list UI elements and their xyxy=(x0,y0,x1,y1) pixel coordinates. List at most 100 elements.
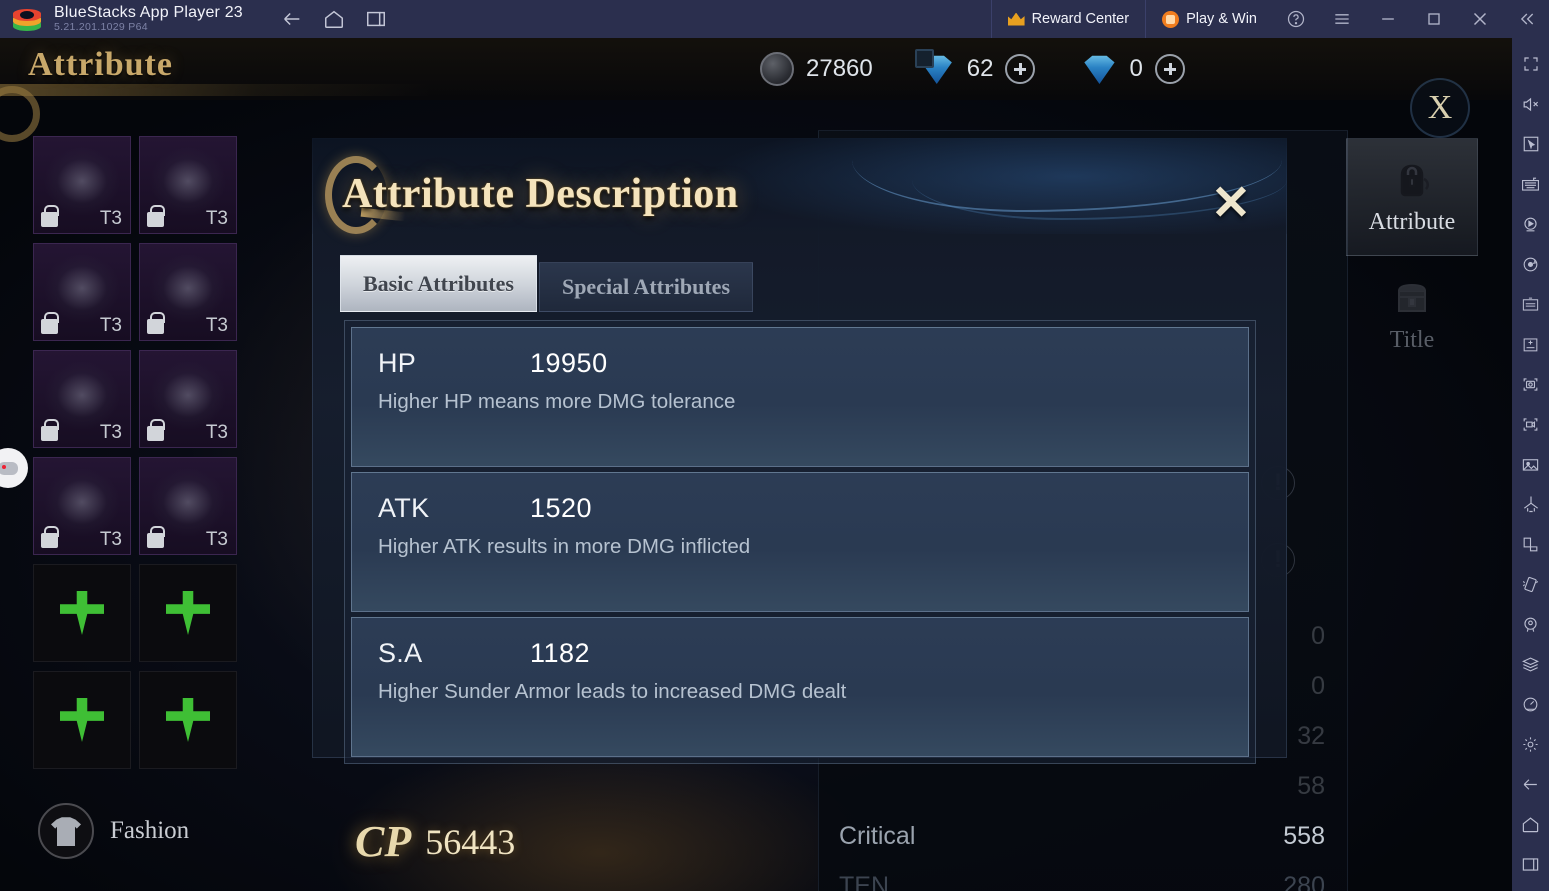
performance-icon[interactable] xyxy=(1512,684,1549,724)
install-apk-icon[interactable] xyxy=(1512,284,1549,324)
collapse-sidebar-icon[interactable] xyxy=(1503,0,1549,38)
equipment-slot[interactable]: T3 xyxy=(33,457,131,555)
add-cross-icon xyxy=(166,591,210,635)
page-title: Attribute xyxy=(28,46,173,83)
equipment-slot[interactable]: T3 xyxy=(139,350,237,448)
currency-bar: 27860 62 0 xyxy=(760,38,1231,100)
home-icon[interactable] xyxy=(1512,804,1549,844)
equipment-slot[interactable]: T3 xyxy=(33,136,131,234)
dialog-tabs: Basic Attributes Special Attributes xyxy=(340,255,754,312)
currency-gem: 0 xyxy=(1081,54,1185,84)
equipment-slot[interactable]: T3 xyxy=(139,243,237,341)
menu-item-attribute[interactable]: Attribute xyxy=(1346,138,1478,256)
multi-instance-icon[interactable] xyxy=(365,8,387,30)
app-version: 5.21.201.1029 P64 xyxy=(54,21,148,34)
help-icon[interactable] xyxy=(1273,0,1319,38)
rotate-icon[interactable] xyxy=(1512,244,1549,284)
location-icon[interactable] xyxy=(1512,604,1549,644)
attribute-value: 1520 xyxy=(530,493,593,523)
attribute-card-hp: HP 19950 Higher HP means more DMG tolera… xyxy=(351,327,1249,467)
attribute-name: S.A xyxy=(378,638,423,668)
menu-icon[interactable] xyxy=(1319,0,1365,38)
stat-row: 58 xyxy=(839,761,1325,811)
media-manager-icon[interactable] xyxy=(1512,444,1549,484)
multi-instance-manager-icon[interactable] xyxy=(1512,644,1549,684)
back-icon[interactable] xyxy=(281,8,303,30)
close-page-button[interactable]: X xyxy=(1410,78,1470,138)
screenshot-icon[interactable] xyxy=(1512,364,1549,404)
currency-bound-gem: 62 xyxy=(914,49,1036,84)
close-icon[interactable] xyxy=(1457,0,1503,38)
cp-label: CP xyxy=(355,817,412,866)
page-title-underline xyxy=(0,84,430,96)
dialog-close-button[interactable]: ✕ xyxy=(1209,179,1253,227)
cursor-icon[interactable] xyxy=(1512,124,1549,164)
cp-value: 56443 xyxy=(425,821,516,862)
play-and-win-label: Play & Win xyxy=(1186,11,1257,27)
lock-icon xyxy=(41,312,59,334)
menu-item-title[interactable]: Title xyxy=(1346,256,1478,374)
app-title-block: BlueStacks App Player 23 5.21.201.1029 P… xyxy=(54,3,243,34)
tab-special-attributes-label: Special Attributes xyxy=(561,274,731,299)
equipment-tier: T3 xyxy=(99,529,122,550)
mute-icon[interactable] xyxy=(1512,84,1549,124)
equipment-tier: T3 xyxy=(99,208,122,229)
stat-value: 0 xyxy=(1311,671,1325,700)
equipment-slot[interactable]: T3 xyxy=(33,243,131,341)
backpack-icon xyxy=(1388,159,1436,203)
stat-value: 558 xyxy=(1283,821,1325,850)
back-icon[interactable] xyxy=(1512,764,1549,804)
equipment-slot-empty[interactable] xyxy=(139,564,237,662)
keymapping-icon[interactable] xyxy=(1512,164,1549,204)
titlebar-nav-group xyxy=(281,8,387,30)
play-and-win-button[interactable]: Play & Win xyxy=(1145,0,1273,38)
locked-gem-icon xyxy=(914,49,955,84)
app-title: BlueStacks App Player 23 xyxy=(54,3,243,21)
right-menu: Attribute Title xyxy=(1346,138,1478,374)
attribute-description-dialog: Attribute Description ✕ Basic Attributes… xyxy=(312,138,1287,764)
chest-icon xyxy=(1388,277,1436,321)
rotate-screen-icon[interactable] xyxy=(1512,524,1549,564)
crown-icon xyxy=(1007,12,1025,26)
macro-icon[interactable] xyxy=(1512,204,1549,244)
attribute-card-atk: ATK 1520 Higher ATK results in more DMG … xyxy=(351,472,1249,612)
lock-icon xyxy=(147,205,165,227)
equipment-slot-empty[interactable] xyxy=(33,671,131,769)
equipment-slot[interactable]: T3 xyxy=(33,350,131,448)
settings-icon[interactable] xyxy=(1512,724,1549,764)
attribute-list[interactable]: HP 19950 Higher HP means more DMG tolera… xyxy=(344,320,1256,764)
fullscreen-icon[interactable] xyxy=(1512,44,1549,84)
screenshot-root: BlueStacks App Player 23 5.21.201.1029 P… xyxy=(0,0,1549,891)
fashion-button[interactable]: Fashion xyxy=(38,803,189,859)
equipment-slot-empty[interactable] xyxy=(33,564,131,662)
add-bound-gem-button[interactable] xyxy=(1005,54,1036,84)
equipment-slot-empty[interactable] xyxy=(139,671,237,769)
equipment-slot[interactable]: T3 xyxy=(139,136,237,234)
stat-value: 32 xyxy=(1297,721,1325,750)
maximize-icon[interactable] xyxy=(1411,0,1457,38)
game-viewport: Attribute 27860 62 0 X T3 T3 T3 T3 T3 T3… xyxy=(0,38,1512,891)
stat-value: 280 xyxy=(1283,871,1325,891)
equipment-slot[interactable]: T3 xyxy=(139,457,237,555)
add-gem-button[interactable] xyxy=(1154,54,1185,84)
equipment-tier: T3 xyxy=(99,315,122,336)
apk-icon[interactable] xyxy=(1512,324,1549,364)
shake-icon[interactable] xyxy=(1512,564,1549,604)
equipment-tier: T3 xyxy=(205,529,228,550)
tab-special-attributes[interactable]: Special Attributes xyxy=(538,262,754,312)
coin-icon xyxy=(760,52,794,86)
recents-icon[interactable] xyxy=(1512,844,1549,884)
tab-basic-attributes[interactable]: Basic Attributes xyxy=(340,255,537,312)
tab-basic-attributes-label: Basic Attributes xyxy=(363,270,514,296)
attribute-description: Higher ATK results in more DMG inflicted xyxy=(378,535,751,558)
minimize-icon[interactable] xyxy=(1365,0,1411,38)
lock-icon xyxy=(41,419,59,441)
bluestacks-titlebar: BlueStacks App Player 23 5.21.201.1029 P… xyxy=(0,0,1549,38)
record-icon[interactable] xyxy=(1512,404,1549,444)
add-cross-icon xyxy=(60,591,104,635)
reward-center-button[interactable]: Reward Center xyxy=(990,0,1146,38)
eco-mode-icon[interactable] xyxy=(1512,484,1549,524)
attribute-name: HP xyxy=(378,348,417,378)
equipment-tier: T3 xyxy=(205,208,228,229)
home-icon[interactable] xyxy=(323,8,345,30)
